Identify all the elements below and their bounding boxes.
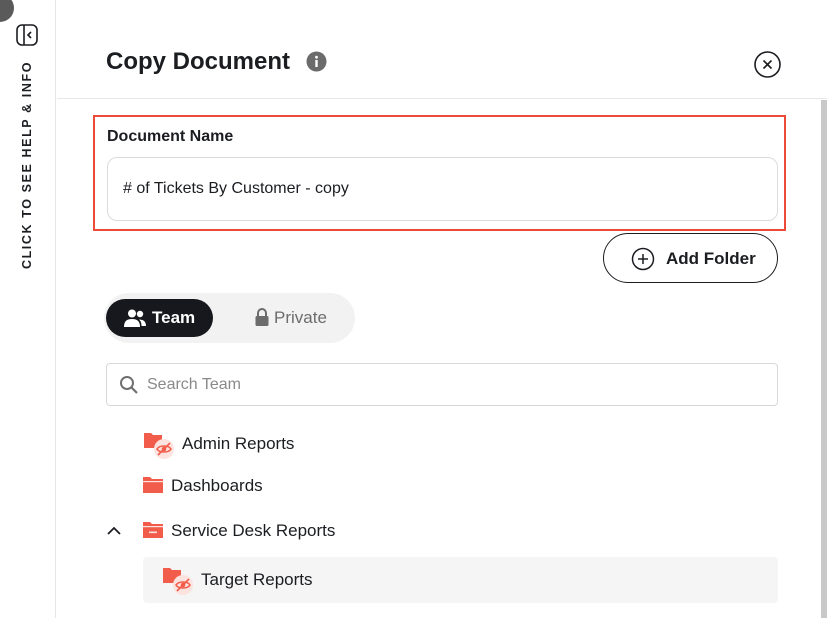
- open-folder-icon: [143, 522, 163, 538]
- help-info-label[interactable]: CLICK TO SEE HELP & INFO: [20, 61, 34, 269]
- tab-private-label: Private: [274, 308, 327, 327]
- lock-icon: [255, 308, 269, 326]
- scope-tabs: Team Private: [104, 293, 355, 343]
- add-folder-label: Add Folder: [666, 249, 756, 268]
- chevron-up-icon[interactable]: [106, 523, 122, 539]
- folder-label: Target Reports: [201, 570, 313, 589]
- folder-label: Admin Reports: [182, 434, 295, 453]
- document-name-input[interactable]: [107, 157, 778, 221]
- plus-circle-icon: [631, 247, 655, 271]
- sidebar-toggle-icon[interactable]: [16, 24, 38, 46]
- tab-team-label: Team: [152, 308, 196, 327]
- hidden-folder-icon: [163, 568, 193, 595]
- folder-label: Service Desk Reports: [171, 521, 336, 540]
- hidden-folder-icon: [144, 433, 174, 459]
- search-input[interactable]: [147, 370, 767, 400]
- tab-private[interactable]: Private: [254, 305, 344, 331]
- folder-item-admin-reports[interactable]: Admin Reports: [143, 425, 443, 465]
- search-box: [106, 363, 778, 406]
- dialog-header: Copy Document: [57, 0, 827, 99]
- tab-team[interactable]: Team: [106, 299, 213, 337]
- scrollbar[interactable]: [821, 100, 827, 618]
- folder-icon: [143, 477, 163, 493]
- folder-label: Dashboards: [171, 476, 263, 495]
- folder-item-dashboards[interactable]: Dashboards: [143, 470, 443, 510]
- help-rail[interactable]: CLICK TO SEE HELP & INFO: [0, 0, 56, 618]
- folder-item-service-desk-reports[interactable]: Service Desk Reports: [143, 515, 443, 555]
- copy-document-panel: Copy Document Document Name Add Folder: [57, 0, 827, 618]
- search-icon: [120, 376, 138, 394]
- document-name-label: Document Name: [107, 128, 234, 145]
- document-name-section: Document Name: [93, 115, 786, 231]
- close-icon[interactable]: [754, 51, 781, 78]
- info-icon[interactable]: [306, 51, 327, 72]
- add-folder-button[interactable]: Add Folder: [603, 233, 778, 283]
- page-title: Copy Document: [106, 48, 291, 75]
- users-icon: [124, 309, 146, 327]
- folder-item-target-reports[interactable]: Target Reports: [143, 557, 778, 603]
